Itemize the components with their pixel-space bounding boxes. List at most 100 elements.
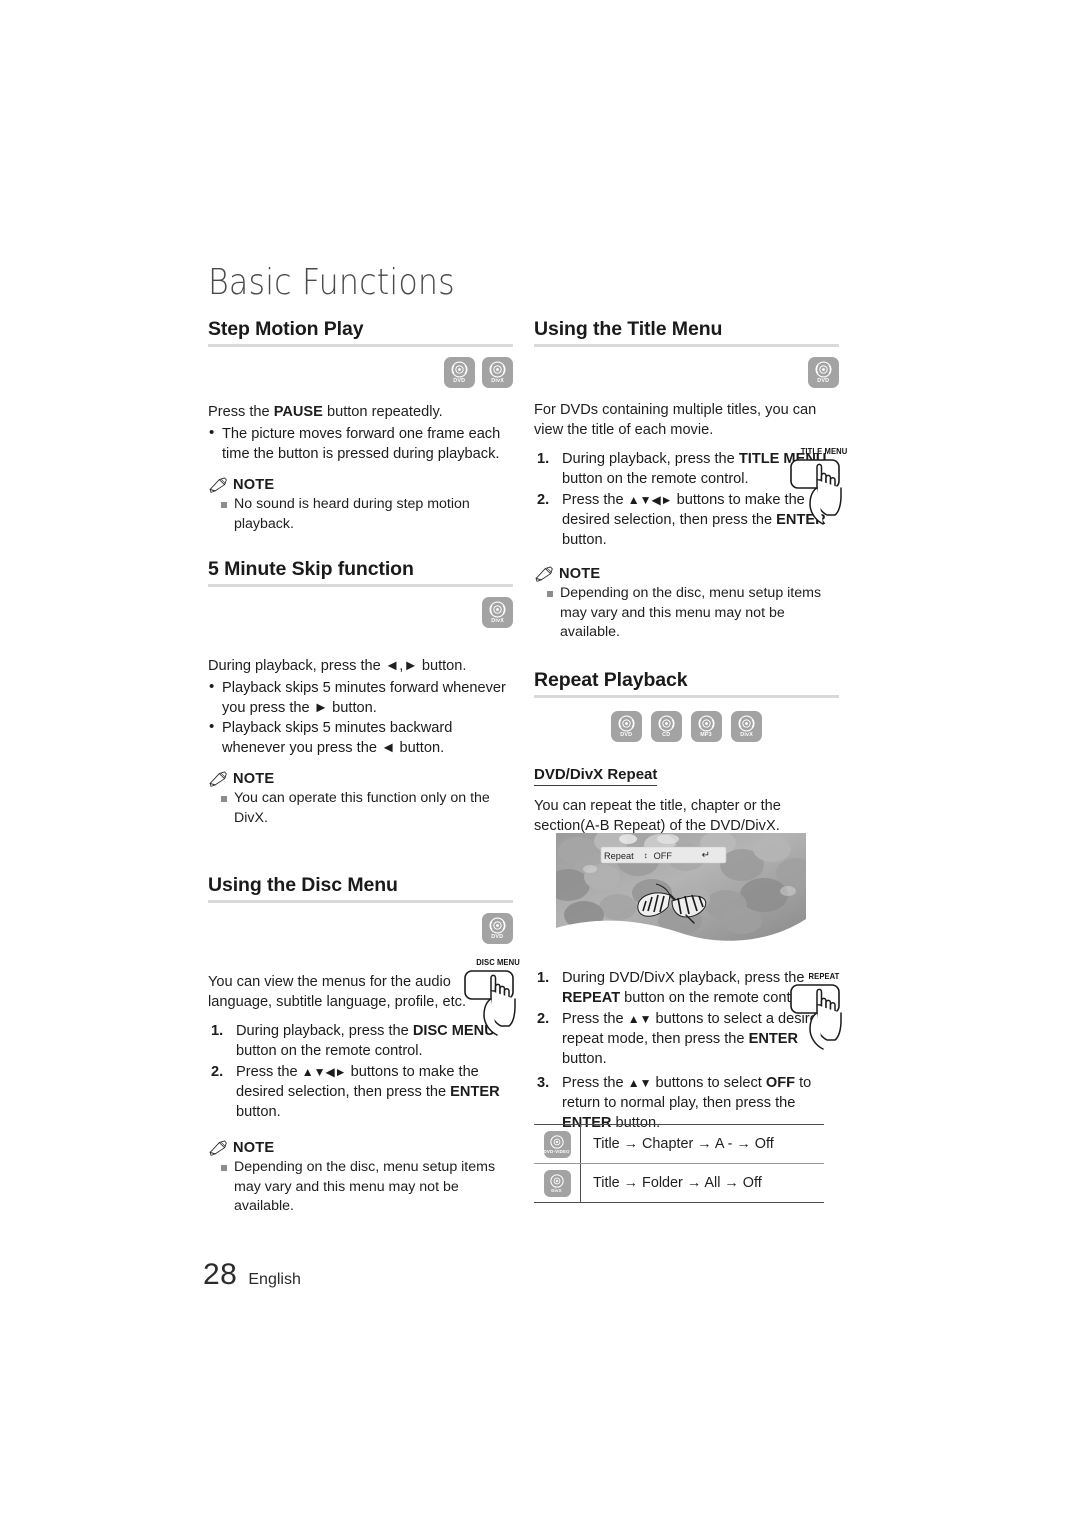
note-block: NOTE No sound is heard during step motio…	[208, 477, 513, 534]
up-down-arrow-icon: ↕	[643, 850, 648, 860]
heading-rule	[534, 694, 839, 698]
remote-button-title-menu: TITLE MENU	[787, 447, 861, 531]
media-badge-label: DVD	[620, 731, 633, 738]
note-list: Depending on the disc, menu setup items …	[534, 584, 839, 643]
media-badge-label: DivX	[551, 1187, 563, 1193]
note-header: NOTE	[534, 566, 839, 582]
media-badge-mp3: MP3	[691, 710, 722, 742]
section-heading: Using the Title Menu	[534, 318, 723, 340]
step-text: Press the ▲▼◀► buttons to make the desir…	[236, 1064, 500, 1120]
step-number: 2.	[211, 1064, 224, 1080]
section-heading: 5 Minute Skip function	[208, 558, 414, 580]
repeat-mode-table: DVD-VIDEO Title → Chapter → A - → Off Di…	[534, 1124, 824, 1203]
note-block: NOTE Depending on the disc, menu setup i…	[534, 566, 839, 643]
intro-paragraph: You can repeat the title, chapter or the…	[534, 797, 781, 834]
step-number: 3.	[537, 1075, 550, 1091]
disc-icon	[815, 361, 832, 378]
disc-icon	[738, 714, 755, 732]
disc-icon	[550, 1173, 564, 1188]
list-item: 2. Press the ▲▼◀► buttons to make the de…	[208, 1062, 513, 1122]
section-heading: Repeat Playback	[534, 668, 688, 691]
intro-paragraph: For DVDs containing multiple titles, you…	[534, 402, 817, 438]
note-label: NOTE	[233, 1140, 275, 1156]
tv-screen-illustration: Repeat ↕ OFF ↵	[556, 833, 806, 945]
media-badge-row: DVD	[534, 357, 839, 388]
media-badge-divx: DivX	[543, 1169, 571, 1197]
list-item: You can operate this function only on th…	[208, 789, 513, 828]
remote-button-label: DISC MENU	[476, 958, 520, 967]
note-list: Depending on the disc, menu setup items …	[208, 1158, 513, 1217]
disc-icon	[618, 714, 635, 732]
list-item: Playback skips 5 minutes backward whenev…	[208, 717, 513, 758]
table-cell-modes: Title → Folder → All → Off	[580, 1163, 824, 1203]
section-heading: Step Motion Play	[208, 318, 364, 340]
osd-value: OFF	[653, 850, 673, 861]
disc-icon	[550, 1134, 564, 1149]
note-block: NOTE You can operate this function only …	[208, 771, 513, 828]
pencil-icon	[208, 477, 229, 493]
step-number: 1.	[211, 1023, 224, 1039]
remote-button-disc-menu: DISC MENU	[461, 958, 535, 1042]
heading-rule	[208, 900, 513, 903]
step-number: 1.	[537, 970, 550, 986]
media-badge-label: DVD	[817, 378, 830, 384]
list-item: No sound is heard during step motion pla…	[208, 495, 513, 534]
heading-rule	[208, 584, 513, 587]
table-row: DVD-VIDEO Title → Chapter → A - → Off	[534, 1124, 824, 1164]
table-cell-icon: DivX	[534, 1163, 581, 1203]
page-footer: 28 English	[203, 1258, 301, 1292]
left-column: Step Motion Play DVD DivX Press the PAUS…	[208, 318, 513, 1217]
pause-keyword: PAUSE	[273, 404, 323, 420]
step-number: 2.	[537, 492, 550, 508]
intro-paragraph: Press the PAUSE button repeatedly.	[208, 404, 443, 420]
osd-label: Repeat	[604, 850, 634, 861]
media-badge-label: DVD-VIDEO	[543, 1148, 571, 1154]
media-badge-dvd-video: DVD-VIDEO	[543, 1130, 571, 1158]
disc-icon	[489, 601, 506, 618]
page-title: Basic Functions	[208, 262, 455, 303]
list-item: Playback skips 5 minutes forward wheneve…	[208, 677, 513, 718]
media-badge-label: DivX	[740, 731, 753, 738]
note-list: You can operate this function only on th…	[208, 789, 513, 828]
step-number: 2.	[537, 1011, 550, 1027]
bullet-list: The picture moves forward one frame each…	[208, 423, 513, 464]
section-five-minute-skip: 5 Minute Skip function DivX During playb…	[208, 558, 513, 828]
media-badge-label: DVD	[491, 934, 504, 940]
table-cell-modes: Title → Chapter → A - → Off	[580, 1124, 824, 1164]
note-header: NOTE	[208, 477, 513, 493]
disc-icon	[451, 361, 468, 378]
media-badge-row: DVD CD MP3 DivX	[534, 710, 839, 742]
pencil-icon	[208, 771, 229, 787]
return-icon: ↵	[701, 850, 710, 861]
media-badge-row: DVD DivX	[208, 357, 513, 388]
note-header: NOTE	[208, 771, 513, 787]
disc-icon	[698, 714, 715, 732]
media-badge-label: CD	[662, 731, 671, 738]
step-number: 1.	[537, 451, 550, 467]
media-badge-label: DVD	[453, 378, 466, 384]
page-language: English	[248, 1271, 301, 1288]
note-list: No sound is heard during step motion pla…	[208, 495, 513, 534]
media-badge-label: DivX	[491, 378, 504, 384]
heading-rule	[208, 344, 513, 347]
media-badge-label: DivX	[491, 618, 504, 624]
section-heading: Using the Disc Menu	[208, 874, 398, 896]
step-text: During playback, press the DISC MENU but…	[236, 1023, 495, 1059]
page-number: 28	[203, 1258, 238, 1291]
media-badge-dvd: DVD	[611, 710, 642, 742]
media-badge-dvd: DVD	[808, 357, 839, 388]
media-badge-divx: DivX	[731, 710, 762, 742]
media-badge-label: MP3	[700, 731, 713, 738]
remote-button-repeat: REPEAT	[787, 972, 861, 1056]
subsection-heading: DVD/DivX Repeat	[534, 766, 658, 786]
note-header: NOTE	[208, 1140, 513, 1156]
section-repeat-playback: Repeat Playback DVD CD MP3 DivX DVD/DivX…	[534, 669, 839, 836]
remote-button-label: TITLE MENU	[800, 447, 848, 456]
media-badge-cd: CD	[651, 710, 682, 742]
remote-button-label: REPEAT	[808, 972, 840, 981]
table-row: DivX Title → Folder → All → Off	[534, 1163, 824, 1203]
note-label: NOTE	[559, 566, 601, 582]
note-label: NOTE	[233, 477, 275, 493]
osd-content: Repeat ↕ OFF ↵	[604, 848, 724, 863]
pencil-icon	[208, 1140, 229, 1156]
